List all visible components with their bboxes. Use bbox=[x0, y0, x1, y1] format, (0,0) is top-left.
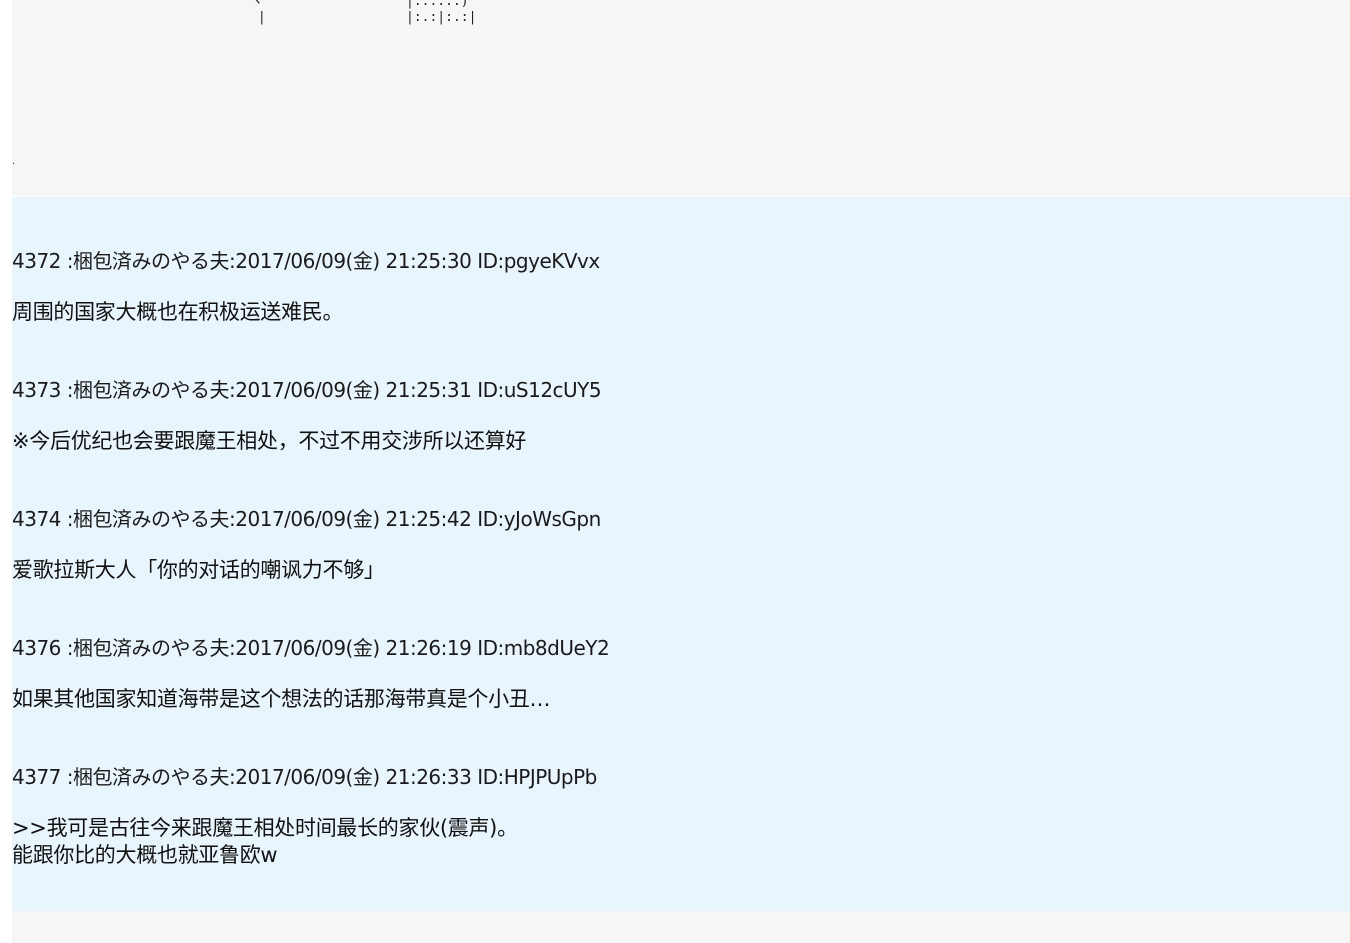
post-date: 2017/06/09(金) 21:25:31 bbox=[235, 378, 472, 402]
post-id[interactable]: ID:yJoWsGpn bbox=[477, 507, 601, 531]
post-author-name: 梱包済みのやる夫 bbox=[73, 507, 230, 531]
post-id[interactable]: ID:pgyeKVvx bbox=[477, 249, 600, 273]
post-author-name: 梱包済みのやる夫 bbox=[73, 378, 230, 402]
post-header: 4376 :梱包済みのやる夫:2017/06/09(金) 21:26:19 ID… bbox=[12, 636, 610, 660]
post-header: 4373 :梱包済みのやる夫:2017/06/09(金) 21:25:31 ID… bbox=[12, 378, 602, 402]
aa-line: |:.:|:.:| bbox=[406, 10, 477, 25]
thread-posts-panel: 4372 :梱包済みのやる夫:2017/06/09(金) 21:25:30 ID… bbox=[12, 197, 1350, 911]
post-body: 周围的国家大概也在积极运送难民。 bbox=[12, 300, 344, 324]
post-header: 4372 :梱包済みのやる夫:2017/06/09(金) 21:25:30 ID… bbox=[12, 249, 600, 273]
post-header: 4374 :梱包済みのやる夫:2017/06/09(金) 21:25:42 ID… bbox=[12, 507, 601, 531]
post-4377: 4377 :梱包済みのやる夫:2017/06/09(金) 21:26:33 ID… bbox=[12, 765, 1312, 869]
aa-line: |:.:.:.) bbox=[406, 0, 469, 9]
post-author-name: 梱包済みのやる夫 bbox=[73, 765, 230, 789]
post-date: 2017/06/09(金) 21:26:19 bbox=[235, 636, 472, 660]
post-date: 2017/06/09(金) 21:26:33 bbox=[235, 765, 472, 789]
post-4376: 4376 :梱包済みのやる夫:2017/06/09(金) 21:26:19 ID… bbox=[12, 636, 1312, 713]
post-number[interactable]: 4377 bbox=[12, 765, 61, 789]
post-header: 4377 :梱包済みのやる夫:2017/06/09(金) 21:26:33 ID… bbox=[12, 765, 597, 789]
post-4372: 4372 :梱包済みのやる夫:2017/06/09(金) 21:25:30 ID… bbox=[12, 249, 1312, 326]
post-id[interactable]: ID:mb8dUeY2 bbox=[477, 636, 610, 660]
post-4373: 4373 :梱包済みのやる夫:2017/06/09(金) 21:25:31 ID… bbox=[12, 378, 1312, 455]
next-post-panel bbox=[12, 911, 1350, 943]
ascii-art-fragment-left: ヽ | bbox=[250, 0, 266, 26]
post-date: 2017/06/09(金) 21:25:30 bbox=[235, 249, 472, 273]
post-body: >>我可是古往今来跟魔王相处时间最长的家伙(震声)。 能跟你比的大概也就亚鲁欧w bbox=[12, 816, 518, 867]
post-id[interactable]: ID:uS12cUY5 bbox=[477, 378, 601, 402]
post-number[interactable]: 4374 bbox=[12, 507, 61, 531]
post-date: 2017/06/09(金) 21:25:42 bbox=[235, 507, 472, 531]
post-body: 爱歌拉斯大人「你的对话的嘲讽力不够」 bbox=[12, 558, 385, 582]
ascii-art-fragment-right: |:.:.:.) |:.:|:.:| bbox=[406, 0, 476, 26]
post-body: 如果其他国家知道海带是这个想法的话那海带真是个小丑… bbox=[12, 687, 551, 711]
thread-page: ヽ | |:.:.:.) |:.:|:.:| . 4372 :梱包済みのやる夫:… bbox=[0, 0, 1350, 943]
aa-line: ヽ bbox=[250, 0, 264, 9]
post-4374: 4374 :梱包済みのやる夫:2017/06/09(金) 21:25:42 ID… bbox=[12, 507, 1312, 584]
post-author-name: 梱包済みのやる夫 bbox=[73, 249, 230, 273]
post-id[interactable]: ID:HPJPUpPb bbox=[477, 765, 597, 789]
separator-dot: . bbox=[12, 156, 16, 167]
post-body: ※今后优纪也会要跟魔王相处，不过不用交涉所以还算好 bbox=[12, 429, 527, 453]
post-number[interactable]: 4373 bbox=[12, 378, 61, 402]
aa-line: | bbox=[250, 10, 266, 25]
post-number[interactable]: 4376 bbox=[12, 636, 61, 660]
post-number[interactable]: 4372 bbox=[12, 249, 61, 273]
post-author-name: 梱包済みのやる夫 bbox=[73, 636, 230, 660]
previous-post-panel: ヽ | |:.:.:.) |:.:|:.:| . bbox=[12, 0, 1350, 196]
